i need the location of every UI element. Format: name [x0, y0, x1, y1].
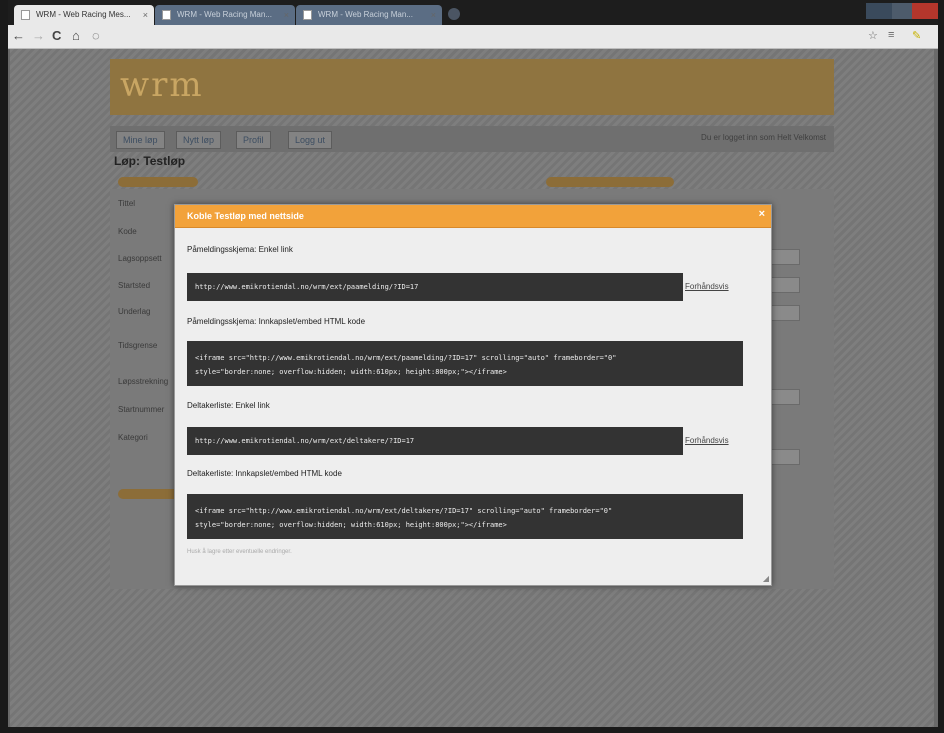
site-logo[interactable]: wrm [120, 65, 204, 105]
window-frame [938, 0, 944, 733]
code-line: <iframe src="http://www.emikrotiendal.no… [195, 354, 617, 362]
code-line: <iframe src="http://www.emikrotiendal.no… [195, 507, 613, 515]
section-label: Påmeldingsskjema: Enkel link [187, 245, 293, 254]
preview-link[interactable]: Forhåndsvis [685, 436, 729, 445]
code-line: style="border:none; overflow:hidden; wid… [195, 521, 507, 529]
section-pill [546, 177, 674, 187]
bookmark-star-icon[interactable]: ☆ [868, 29, 878, 42]
page-icon: ◌ [92, 28, 100, 43]
forward-icon[interactable]: → [32, 28, 45, 43]
browser-toolbar: ← → C ⌂ ◌ ☆ ≡ ✎ [0, 25, 944, 49]
section-pill [118, 177, 198, 187]
menu-icon[interactable]: ≡ [888, 29, 894, 41]
tab-title: WRM - Web Racing Man... [318, 10, 413, 19]
registration-link-box[interactable]: http://www.emikrotiendal.no/wrm/ext/paam… [187, 273, 683, 301]
close-icon[interactable]: × [759, 208, 765, 220]
nav-item-nytt-lop[interactable]: Nytt løp [176, 131, 222, 149]
form-field[interactable] [770, 249, 800, 265]
new-tab-button[interactable] [448, 8, 460, 20]
dialog-title: Koble Testløp med nettsidе [187, 211, 304, 221]
back-icon[interactable]: ← [12, 28, 25, 43]
user-info: Du er logget inn som Helt Velkomst [701, 133, 826, 142]
window-frame [0, 727, 944, 733]
close-tab-icon[interactable]: × [431, 5, 436, 25]
resize-handle-icon[interactable]: ◢ [763, 574, 769, 583]
form-field[interactable] [770, 449, 800, 465]
page-favicon-icon [21, 10, 30, 20]
tab-title: WRM - Web Racing Mes... [36, 10, 131, 19]
home-icon[interactable]: ⌂ [72, 28, 80, 43]
dialog-header: Koble Testløp med nettsidе × [175, 205, 771, 228]
form-label: Tittel [118, 199, 136, 208]
browser-tab-3[interactable]: WRM - Web Racing Man... × [296, 5, 442, 25]
form-label: Kode [118, 227, 137, 236]
reload-icon[interactable]: C [52, 28, 61, 43]
form-field[interactable] [770, 389, 800, 405]
section-label: Påmeldingsskjema: Innkapslet/embed HTML … [187, 317, 366, 326]
nav-item-mine-lop[interactable]: Mine løp [116, 131, 165, 149]
preview-link[interactable]: Forhåndsvis [685, 282, 729, 291]
page-favicon-icon [303, 10, 312, 20]
nav-item-profil[interactable]: Profil [236, 131, 271, 149]
form-label: Tidsgrense [118, 341, 158, 350]
form-label: Kategori [118, 433, 148, 442]
web-page: wrm Mine løp Nytt løp Profil Logg ut Du … [0, 49, 944, 733]
registration-embed-code-box[interactable]: <iframe src="http://www.emikrotiendal.no… [187, 341, 743, 386]
form-field[interactable] [770, 277, 800, 293]
page-favicon-icon [162, 10, 171, 20]
participants-link-box[interactable]: http://www.emikrotiendal.no/wrm/ext/delt… [187, 427, 683, 455]
embed-dialog: Koble Testløp med nettsidе × Påmeldingss… [174, 204, 772, 586]
form-label: Lagsoppsett [118, 254, 162, 263]
code-line: style="border:none; overflow:hidden; wid… [195, 368, 507, 376]
section-label: Deltakerliste: Innkapslet/embed HTML kod… [187, 469, 342, 478]
page-title: Løp: Testløp [114, 154, 186, 168]
close-tab-icon[interactable]: × [143, 5, 148, 25]
site-nav: Mine løp Nytt løp Profil Logg ut Du er l… [110, 126, 834, 152]
form-label: Startnummer [118, 405, 165, 414]
browser-tab-active[interactable]: WRM - Web Racing Mes... × [14, 5, 154, 25]
close-tab-icon[interactable]: × [284, 5, 289, 25]
tab-title: WRM - Web Racing Man... [177, 10, 272, 19]
minimize-button[interactable] [866, 3, 892, 19]
participants-embed-code-box[interactable]: <iframe src="http://www.emikrotiendal.no… [187, 494, 743, 539]
form-label: Underlag [118, 307, 151, 316]
browser-tab-2[interactable]: WRM - Web Racing Man... × [155, 5, 295, 25]
form-field[interactable] [770, 305, 800, 321]
nav-item-logg-ut[interactable]: Logg ut [288, 131, 333, 149]
window-frame [0, 0, 8, 733]
site-header: wrm [110, 59, 834, 115]
footnote: Husk å lagre etter eventuelle endringer. [187, 549, 292, 555]
maximize-button[interactable] [892, 3, 912, 19]
section-label: Deltakerliste: Enkel link [187, 401, 270, 410]
form-label: Startsted [118, 281, 151, 290]
browser-tabstrip: WRM - Web Racing Mes... × WRM - Web Raci… [0, 0, 944, 25]
form-label: Løpsstrekning [118, 377, 169, 386]
extension-icon[interactable]: ✎ [912, 29, 921, 42]
